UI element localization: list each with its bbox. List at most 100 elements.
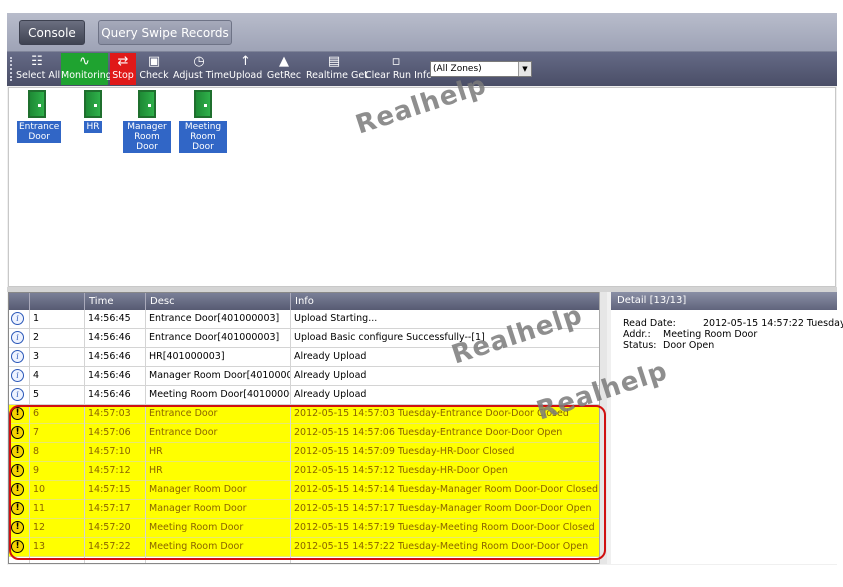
row-info: 2012-05-15 14:57:14 Tuesday-Manager Room… bbox=[294, 484, 598, 495]
table-row[interactable]: ! 10 14:57:15 Manager Room Door 2012-05-15 1… bbox=[9, 481, 606, 500]
column-header-desc[interactable]: Desc bbox=[145, 293, 290, 310]
row-status-cell: ! bbox=[9, 443, 29, 461]
row-number: 2 bbox=[33, 332, 40, 343]
tab-query-swipe-records[interactable]: Query Swipe Records bbox=[98, 20, 232, 45]
column-header-no[interactable] bbox=[29, 293, 84, 310]
warning-icon: ! bbox=[11, 407, 24, 420]
detail-title: Detail [13/13] bbox=[611, 292, 837, 310]
door-manager-room[interactable]: Manager Room Door bbox=[123, 90, 171, 153]
info-icon: i bbox=[11, 388, 24, 401]
row-time: 14:57:15 bbox=[88, 484, 131, 495]
row-desc: HR bbox=[149, 446, 163, 457]
row-info: 2012-05-15 14:57:06 Tuesday-Entrance Doo… bbox=[294, 427, 563, 438]
warning-icon: ! bbox=[11, 502, 24, 515]
detail-panel: Detail [13/13] Read Date: 2012-05-15 14:5… bbox=[611, 292, 843, 564]
info-icon: i bbox=[11, 331, 24, 344]
row-info: 2012-05-15 14:57:17 Tuesday-Manager Room… bbox=[294, 503, 592, 514]
row-desc: Meeting Room Door bbox=[149, 541, 244, 552]
warning-icon: ! bbox=[11, 445, 24, 458]
row-number: 9 bbox=[33, 465, 40, 476]
table-row[interactable]: i4 14:56:46 Manager Room Door[401000003] Al… bbox=[9, 367, 606, 386]
table-row[interactable]: ! 9 14:57:12 HR 2012-05-15 14:57:12 Tuesday-… bbox=[9, 462, 606, 481]
table-row[interactable]: ! 6 14:57:03 Entrance Door 2012-05-15 14:57:… bbox=[9, 405, 606, 424]
row-status-cell: ! bbox=[9, 538, 29, 556]
row-status-cell: i bbox=[9, 310, 29, 328]
toolbar-grip[interactable] bbox=[10, 57, 14, 81]
table-row[interactable]: ! 13 14:57:22 Meeting Room Door 2012-05-15 1… bbox=[9, 538, 606, 557]
row-status-cell: i bbox=[9, 386, 29, 404]
door-label: HR bbox=[84, 121, 102, 133]
detail-read-date: Read Date: 2012-05-15 14:57:22 Tuesday bbox=[623, 318, 843, 329]
row-number: 12 bbox=[33, 522, 46, 533]
monitoring-icon: ∿ bbox=[79, 54, 90, 69]
upload-arrow-icon: ↑ bbox=[240, 54, 251, 69]
column-header-icon bbox=[9, 293, 29, 310]
stop-button[interactable]: ⇄ Stop bbox=[110, 53, 136, 85]
row-desc: Entrance Door bbox=[149, 427, 218, 438]
vertical-scrollbar[interactable] bbox=[599, 292, 607, 564]
check-button[interactable]: ▣ Check bbox=[139, 53, 169, 85]
row-desc: Entrance Door bbox=[149, 408, 218, 419]
table-header: Time Desc Info bbox=[9, 293, 606, 310]
detail-status: Status: Door Open bbox=[623, 340, 715, 351]
info-icon: i bbox=[11, 350, 24, 363]
top-tab-bar: Console Query Swipe Records bbox=[7, 13, 837, 52]
row-status-cell: ! bbox=[9, 405, 29, 423]
row-desc: Manager Room Door[401000003] bbox=[149, 370, 290, 381]
tab-console[interactable]: Console bbox=[19, 20, 85, 45]
row-number: 10 bbox=[33, 484, 46, 495]
row-time: 14:56:45 bbox=[88, 313, 131, 324]
chevron-down-icon[interactable]: ▼ bbox=[518, 62, 531, 76]
door-hr[interactable]: HR bbox=[82, 90, 104, 133]
detail-addr: Addr.: Meeting Room Door bbox=[623, 329, 758, 340]
clock-icon: ◷ bbox=[193, 54, 205, 69]
row-number: 11 bbox=[33, 503, 46, 514]
info-icon: i bbox=[11, 369, 24, 382]
row-info: Already Upload bbox=[294, 351, 367, 362]
table-row[interactable]: ! 7 14:57:06 Entrance Door 2012-05-15 14:57:… bbox=[9, 424, 606, 443]
door-entrance[interactable]: Entrance Door bbox=[17, 90, 62, 143]
upload-button[interactable]: ↑ Upload bbox=[229, 53, 262, 85]
table-row[interactable]: ! 8 14:57:10 HR 2012-05-15 14:57:09 Tuesday-… bbox=[9, 443, 606, 462]
row-desc: Manager Room Door bbox=[149, 503, 247, 514]
row-info: 2012-05-15 14:57:12 Tuesday-HR-Door Open bbox=[294, 465, 508, 476]
row-number: 1 bbox=[33, 313, 40, 324]
row-number: 6 bbox=[33, 408, 40, 419]
table-row[interactable]: ! 11 14:57:17 Manager Room Door 2012-05-15 1… bbox=[9, 500, 606, 519]
row-desc: Manager Room Door bbox=[149, 484, 247, 495]
clear-run-info-button[interactable]: ▫ Clear Run Info bbox=[365, 53, 432, 85]
column-divider bbox=[29, 310, 30, 563]
door-meeting-room[interactable]: Meeting Room Door bbox=[179, 90, 227, 153]
door-icon bbox=[194, 90, 212, 118]
door-label: Manager Room Door bbox=[123, 121, 171, 153]
row-time: 14:56:46 bbox=[88, 389, 131, 400]
row-desc: HR bbox=[149, 465, 163, 476]
column-header-time[interactable]: Time bbox=[84, 293, 145, 310]
column-divider bbox=[84, 310, 85, 563]
table-row[interactable]: ! 12 14:57:20 Meeting Room Door 2012-05-15 1… bbox=[9, 519, 606, 538]
row-info: Already Upload bbox=[294, 370, 367, 381]
getrec-button[interactable]: ▲ GetRec bbox=[266, 53, 302, 85]
row-time: 14:57:12 bbox=[88, 465, 131, 476]
row-status-cell: i bbox=[9, 348, 29, 366]
monitoring-button[interactable]: ∿ Monitoring bbox=[61, 53, 112, 85]
stop-icon: ⇄ bbox=[117, 54, 129, 69]
row-number: 7 bbox=[33, 427, 40, 438]
info-icon: i bbox=[11, 312, 24, 325]
door-icon bbox=[28, 90, 46, 118]
row-time: 14:56:46 bbox=[88, 332, 131, 343]
row-desc: Meeting Room Door bbox=[149, 522, 244, 533]
realtime-get-button[interactable]: ▤ Realtime Get bbox=[306, 53, 368, 85]
row-time: 14:57:10 bbox=[88, 446, 131, 457]
adjust-time-button[interactable]: ◷ Adjust Time bbox=[173, 53, 229, 85]
row-time: 14:57:06 bbox=[88, 427, 131, 438]
row-time: 14:56:46 bbox=[88, 370, 131, 381]
column-divider bbox=[290, 310, 291, 563]
row-number: 8 bbox=[33, 446, 40, 457]
door-label: Meeting Room Door bbox=[179, 121, 227, 153]
column-divider bbox=[145, 310, 146, 563]
select-all-button[interactable]: ☷ Select All bbox=[16, 53, 60, 85]
row-number: 13 bbox=[33, 541, 46, 552]
table-row[interactable]: i 5 14:56:46 Meeting Room Door[401000003] Al… bbox=[9, 386, 606, 405]
row-status-cell: ! bbox=[9, 500, 29, 518]
